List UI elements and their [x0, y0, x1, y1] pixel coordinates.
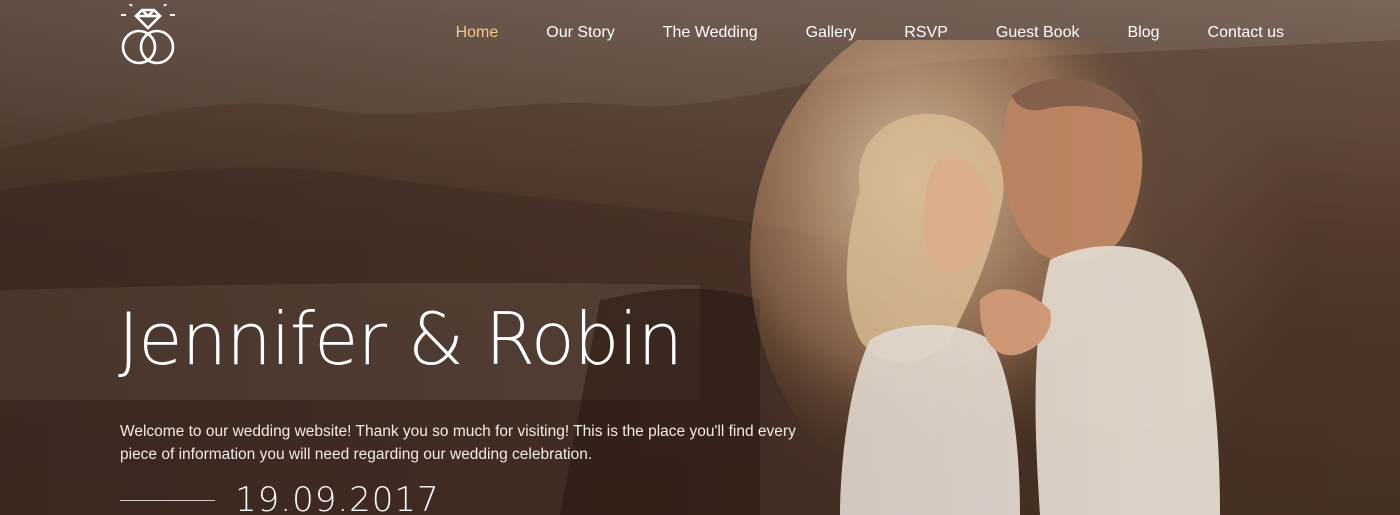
date-divider-line — [120, 499, 215, 501]
nav-contact-us[interactable]: Contact us — [1184, 22, 1284, 44]
nav-our-story[interactable]: Our Story — [522, 22, 638, 44]
nav-guest-book[interactable]: Guest Book — [972, 22, 1104, 44]
wedding-date: 19.09.2017 — [235, 480, 440, 515]
wedding-date-row: 19.09.2017 — [120, 480, 440, 515]
nav-rsvp[interactable]: RSVP — [880, 22, 972, 44]
nav-blog[interactable]: Blog — [1103, 22, 1183, 44]
rings-diamond-icon[interactable] — [118, 4, 178, 68]
hero-intro-text: Welcome to our wedding website! Thank yo… — [120, 423, 796, 463]
nav-gallery[interactable]: Gallery — [782, 22, 881, 44]
main-navigation: Home Our Story The Wedding Gallery RSVP … — [432, 22, 1284, 44]
nav-the-wedding[interactable]: The Wedding — [639, 22, 782, 44]
hero-title: Jennifer & Robin — [118, 297, 683, 381]
nav-home[interactable]: Home — [432, 22, 523, 44]
hero-section: Home Our Story The Wedding Gallery RSVP … — [0, 0, 1400, 515]
